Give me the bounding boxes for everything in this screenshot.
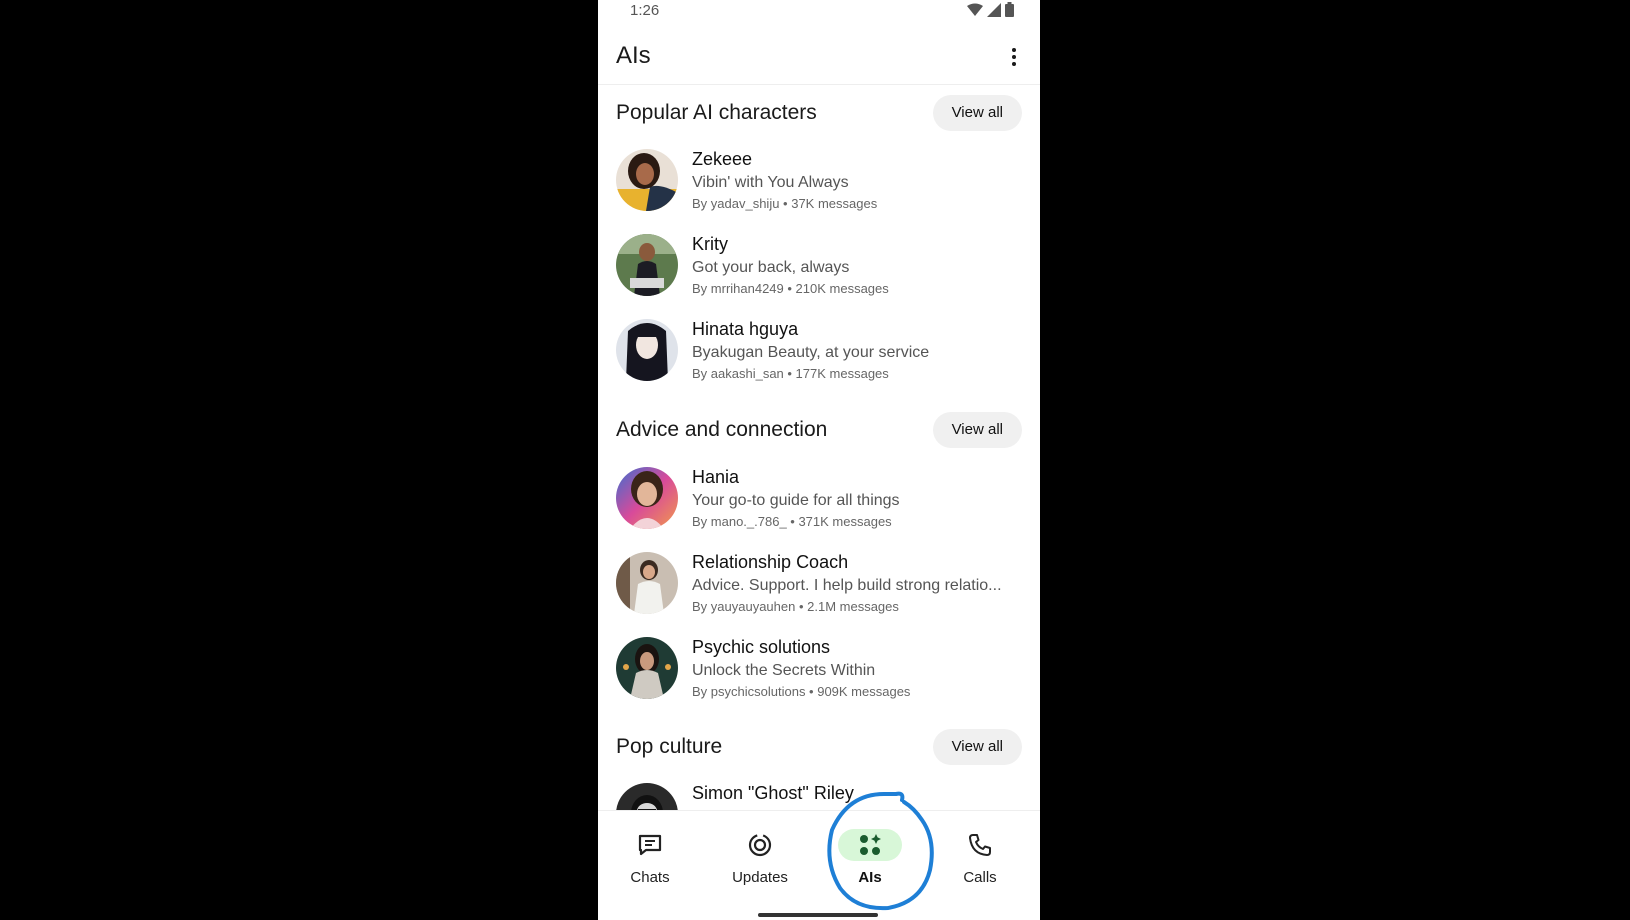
battery-icon <box>1005 2 1014 17</box>
view-all-button[interactable]: View all <box>932 729 1022 765</box>
nav-calls[interactable]: Calls <box>930 829 1030 886</box>
chats-icon <box>618 829 682 861</box>
view-all-button[interactable]: View all <box>932 412 1022 448</box>
status-bar: 1:26 <box>598 0 1040 24</box>
avatar <box>616 467 678 529</box>
ai-meta: By aakashi_san • 177K messages <box>692 366 889 381</box>
avatar <box>616 234 678 296</box>
signal-icon <box>987 2 1001 17</box>
ai-name: Zekeee <box>692 149 753 169</box>
ai-character-row[interactable]: Hinata hguya Byakugan Beauty, at your se… <box>598 319 1040 401</box>
nav-chats[interactable]: Chats <box>600 829 700 886</box>
ai-character-row[interactable]: Psychic solutions Unlock the Secrets Wit… <box>598 637 1040 719</box>
nav-label: Chats <box>630 869 670 886</box>
updates-icon <box>728 829 792 861</box>
home-indicator[interactable] <box>758 913 878 917</box>
app-header: AIs <box>598 30 1040 85</box>
page-title: AIs <box>616 42 651 69</box>
ai-name: Hania <box>692 467 740 487</box>
more-options-button[interactable] <box>1002 42 1026 72</box>
ai-character-row[interactable]: Zekeee Vibin' with You Always By yadav_s… <box>598 149 1040 231</box>
ai-character-row[interactable]: Krity Got your back, always By mrrihan42… <box>598 234 1040 316</box>
phone-screen: 1:26 AIs Popular AI characters View all <box>598 0 1040 920</box>
ai-meta: By mano._.786_ • 371K messages <box>692 514 892 529</box>
bottom-navigation: Chats Updates AIs Calls <box>598 810 1040 920</box>
ai-meta: By yadav_shiju • 37K messages <box>692 196 878 211</box>
nav-label: Updates <box>732 869 788 886</box>
ai-name: Psychic solutions <box>692 637 831 657</box>
ai-description: Vibin' with You Always <box>692 174 849 191</box>
avatar <box>616 783 678 810</box>
section-title: Popular AI characters <box>616 101 817 124</box>
view-all-button[interactable]: View all <box>932 95 1022 131</box>
ai-description: Your go-to guide for all things <box>692 492 900 509</box>
wifi-icon <box>967 3 983 16</box>
ai-meta: By mrrihan4249 • 210K messages <box>692 281 889 296</box>
section-header: Popular AI characters View all <box>598 91 1040 135</box>
status-icons <box>967 2 1014 17</box>
avatar <box>616 149 678 211</box>
section-header: Advice and connection View all <box>598 408 1040 452</box>
ai-character-row[interactable]: Simon "Ghost" Riley <box>598 783 1040 810</box>
ai-list[interactable]: Popular AI characters View all Zekeee Vi… <box>598 85 1040 810</box>
ai-character-row[interactable]: Relationship Coach Advice. Support. I he… <box>598 552 1040 634</box>
ai-description: Advice. Support. I help build strong rel… <box>692 577 1002 594</box>
status-time: 1:26 <box>630 2 660 19</box>
more-vert-icon <box>1012 48 1016 52</box>
nav-label: Calls <box>963 869 997 886</box>
ai-description: Got your back, always <box>692 259 850 276</box>
avatar <box>616 319 678 381</box>
ai-meta: By psychicsolutions • 909K messages <box>692 684 911 699</box>
hand-drawn-highlight-circle <box>827 791 934 911</box>
avatar <box>616 637 678 699</box>
nav-updates[interactable]: Updates <box>710 829 810 886</box>
section-title: Advice and connection <box>616 418 828 441</box>
section-header: Pop culture View all <box>598 725 1040 769</box>
ai-description: Byakugan Beauty, at your service <box>692 344 930 361</box>
ai-character-row[interactable]: Hania Your go-to guide for all things By… <box>598 467 1040 549</box>
avatar <box>616 552 678 614</box>
ai-name: Krity <box>692 234 728 254</box>
ai-name: Hinata hguya <box>692 319 799 339</box>
ai-name: Relationship Coach <box>692 552 849 572</box>
ai-meta: By yauyauyauhen • 2.1M messages <box>692 599 899 614</box>
ai-description: Unlock the Secrets Within <box>692 662 876 679</box>
section-title: Pop culture <box>616 735 723 758</box>
calls-icon <box>948 829 1012 861</box>
